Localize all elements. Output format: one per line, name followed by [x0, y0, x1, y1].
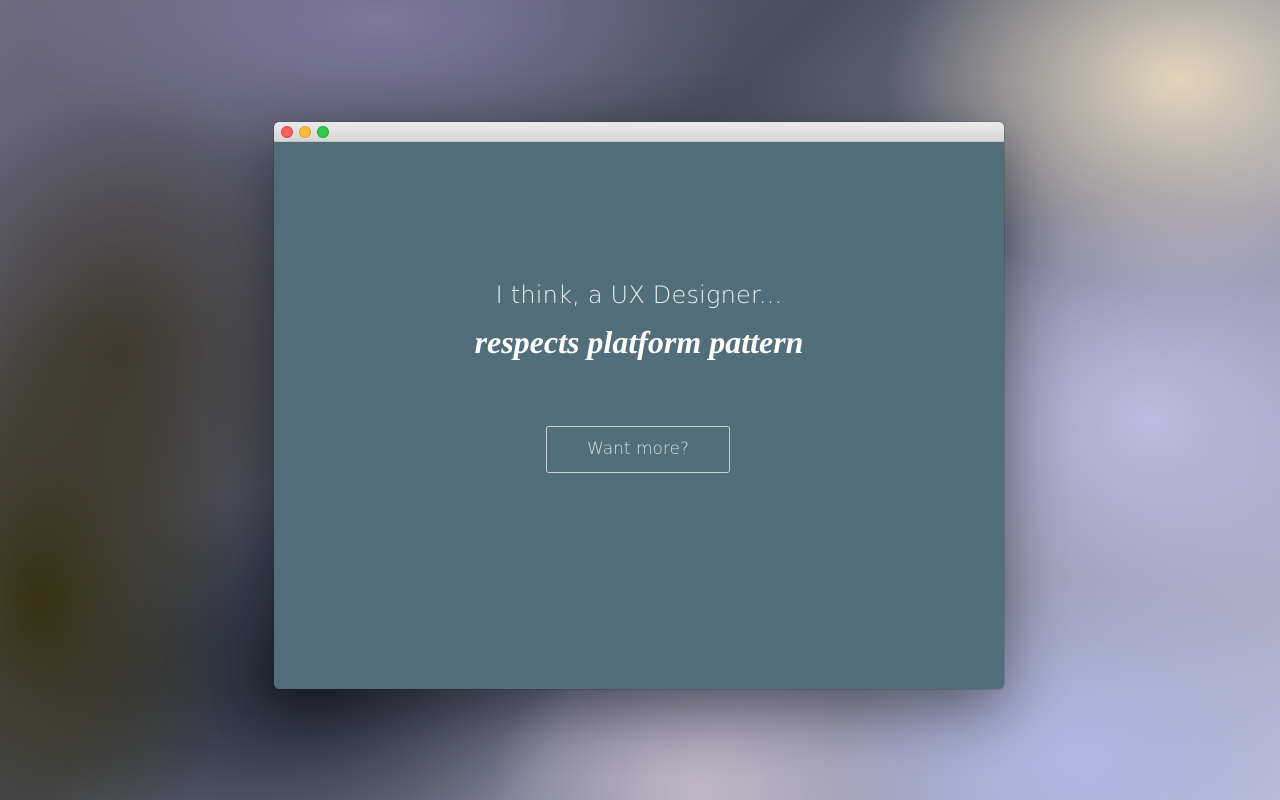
close-icon[interactable]: [281, 126, 293, 138]
content-area: I think, a UX Designer... respects platf…: [274, 142, 1004, 689]
intro-text: I think, a UX Designer...: [495, 281, 783, 309]
app-window: I think, a UX Designer... respects platf…: [274, 122, 1004, 689]
want-more-button[interactable]: Want more?: [546, 426, 730, 473]
minimize-icon[interactable]: [299, 126, 311, 138]
headline: respects platform pattern: [474, 324, 804, 360]
title-bar[interactable]: [274, 122, 1004, 142]
zoom-icon[interactable]: [317, 126, 329, 138]
